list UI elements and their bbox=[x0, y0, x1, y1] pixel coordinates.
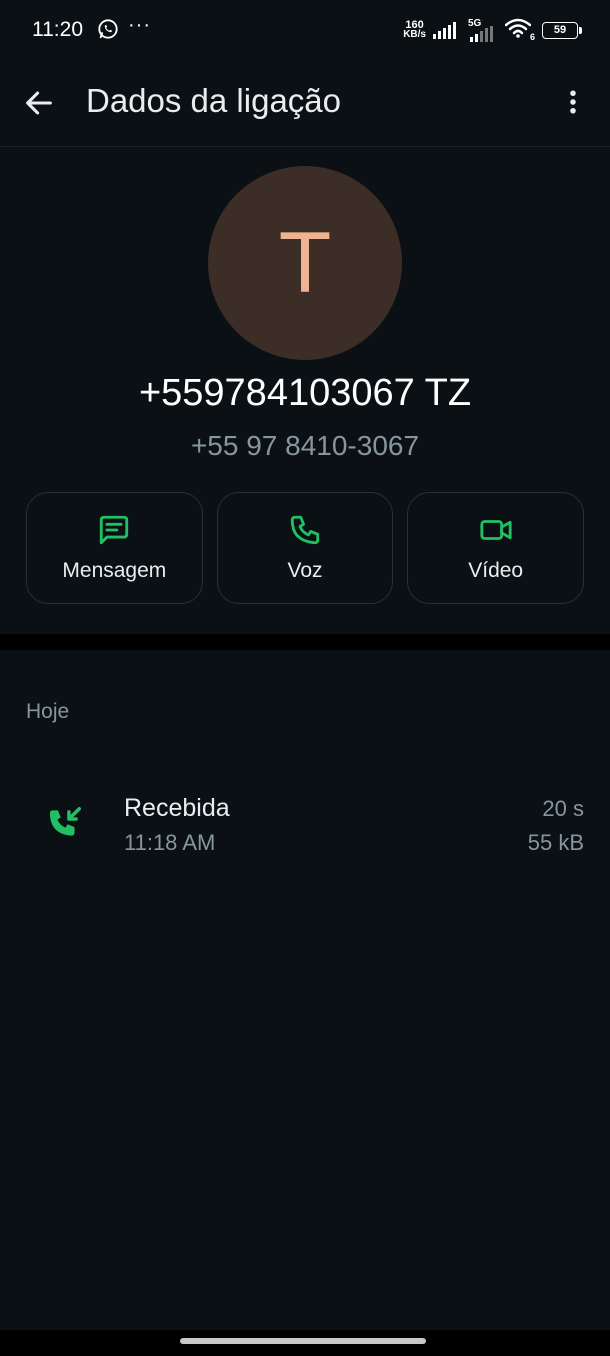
whatsapp-icon bbox=[98, 19, 118, 39]
contact-phone-number: +55 97 8410-3067 bbox=[190, 430, 420, 461]
home-gesture-handle[interactable] bbox=[180, 1338, 426, 1344]
call-duration: 20 s bbox=[542, 796, 584, 821]
system-navigation-bar bbox=[0, 1330, 610, 1356]
mobile-network-5g: 5G bbox=[468, 18, 498, 42]
video-icon bbox=[480, 520, 512, 540]
network-speed: 160 KB/s bbox=[403, 19, 426, 40]
signal-strength-icon bbox=[433, 22, 456, 39]
call-details-screen: 11:20 ··· 160 KB/s 5G 6 59 Dados da liga… bbox=[0, 0, 610, 1356]
video-call-button-label: Vídeo bbox=[468, 559, 524, 582]
section-divider bbox=[0, 634, 610, 650]
status-indicators: 160 KB/s 5G 6 59 bbox=[403, 17, 582, 43]
call-history-row[interactable]: Recebida 11:18 AM 20 s 55 kB bbox=[0, 780, 610, 870]
history-section-label: Hoje bbox=[26, 700, 70, 723]
wifi-icon bbox=[504, 18, 532, 38]
call-data-size: 55 kB bbox=[527, 830, 584, 855]
contact-name: +559784103067 TZ bbox=[138, 372, 472, 414]
signal-strength-secondary-icon bbox=[470, 26, 493, 42]
avatar-initial: T bbox=[278, 214, 332, 311]
more-options-icon[interactable] bbox=[558, 84, 588, 120]
contact-actions: Mensagem Voz Vídeo bbox=[26, 492, 585, 606]
wifi-status: 6 bbox=[504, 18, 535, 42]
battery-icon: 59 bbox=[542, 21, 582, 39]
status-bar: 11:20 ··· 160 KB/s 5G 6 59 bbox=[0, 0, 610, 60]
page-title: Dados da ligação bbox=[86, 82, 342, 119]
phone-icon bbox=[290, 515, 320, 545]
message-icon bbox=[100, 515, 129, 545]
app-header: Dados da ligação bbox=[0, 60, 610, 147]
back-arrow-icon[interactable] bbox=[22, 86, 56, 120]
call-time: 11:18 AM bbox=[124, 830, 216, 855]
incoming-call-icon bbox=[49, 807, 81, 836]
message-button-label: Mensagem bbox=[62, 559, 167, 582]
message-button[interactable]: Mensagem bbox=[26, 492, 203, 604]
voice-call-button[interactable]: Voz bbox=[216, 492, 394, 604]
call-type: Recebida bbox=[124, 794, 230, 822]
voice-call-button-label: Voz bbox=[287, 559, 323, 582]
video-call-button[interactable]: Vídeo bbox=[407, 492, 585, 604]
contact-avatar[interactable]: T bbox=[208, 166, 402, 360]
status-time: 11:20 bbox=[32, 18, 83, 41]
status-more-notifications: ··· bbox=[128, 14, 151, 36]
